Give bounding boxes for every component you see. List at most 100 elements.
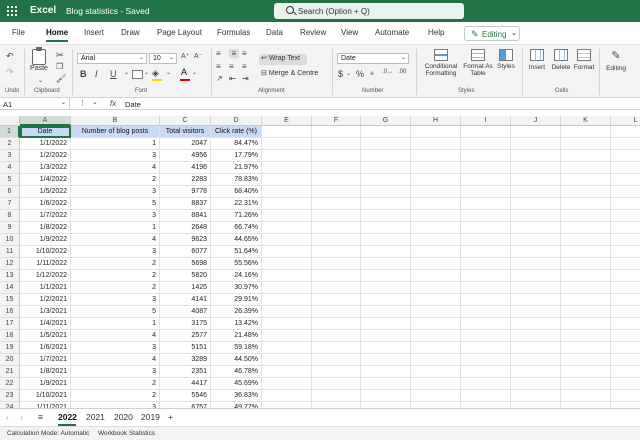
- row-header[interactable]: 4: [0, 162, 20, 174]
- header-cell[interactable]: [262, 126, 312, 138]
- data-cell[interactable]: [611, 354, 640, 366]
- format-cells-button[interactable]: Format: [572, 49, 596, 71]
- align-top-icon[interactable]: ≡: [216, 49, 221, 58]
- redo-icon[interactable]: ↷: [6, 67, 14, 78]
- header-cell[interactable]: [312, 126, 361, 138]
- data-cell[interactable]: [611, 318, 640, 330]
- data-cell[interactable]: [312, 150, 361, 162]
- column-header-k[interactable]: K: [561, 116, 611, 126]
- data-cell[interactable]: 68.40%: [211, 186, 262, 198]
- percent-icon[interactable]: %: [356, 69, 364, 79]
- fill-color-icon[interactable]: ◈: [152, 68, 159, 79]
- data-cell[interactable]: [262, 282, 312, 294]
- sheet-tab-2022[interactable]: 2022: [58, 412, 77, 422]
- data-cell[interactable]: [361, 342, 411, 354]
- data-cell[interactable]: 5: [71, 198, 160, 210]
- menu-draw[interactable]: Draw: [121, 28, 140, 37]
- data-cell[interactable]: [361, 366, 411, 378]
- data-cell[interactable]: [361, 150, 411, 162]
- data-cell[interactable]: 4141: [160, 294, 211, 306]
- column-header-j[interactable]: J: [511, 116, 561, 126]
- add-sheet-button[interactable]: +: [168, 412, 173, 422]
- column-header-h[interactable]: H: [411, 116, 461, 126]
- data-cell[interactable]: [561, 306, 611, 318]
- data-cell[interactable]: [411, 354, 461, 366]
- row-header[interactable]: 6: [0, 186, 20, 198]
- data-cell[interactable]: 17.79%: [211, 150, 262, 162]
- data-cell[interactable]: [312, 330, 361, 342]
- data-cell[interactable]: [561, 294, 611, 306]
- data-cell[interactable]: [312, 138, 361, 150]
- data-cell[interactable]: 1/9/2021: [20, 378, 71, 390]
- borders-dropdown-icon[interactable]: ⌄: [144, 69, 149, 76]
- data-cell[interactable]: [511, 378, 561, 390]
- data-cell[interactable]: [461, 306, 511, 318]
- data-cell[interactable]: [461, 342, 511, 354]
- data-cell[interactable]: 22.31%: [211, 198, 262, 210]
- data-cell[interactable]: [511, 234, 561, 246]
- calculation-mode[interactable]: Calculation Mode: Automatic: [7, 430, 89, 437]
- data-cell[interactable]: [411, 330, 461, 342]
- data-cell[interactable]: [411, 342, 461, 354]
- data-cell[interactable]: [411, 162, 461, 174]
- row-header[interactable]: 1: [0, 126, 20, 138]
- align-center-icon[interactable]: ≡: [229, 62, 234, 71]
- data-cell[interactable]: [511, 210, 561, 222]
- data-cell[interactable]: [361, 186, 411, 198]
- data-cell[interactable]: 1: [71, 222, 160, 234]
- data-cell[interactable]: 1/1/2021: [20, 282, 71, 294]
- conditional-formatting-button[interactable]: Conditional Formatting: [420, 49, 462, 77]
- data-cell[interactable]: 1: [71, 138, 160, 150]
- data-cell[interactable]: [361, 294, 411, 306]
- data-cell[interactable]: 2: [71, 390, 160, 402]
- data-cell[interactable]: [611, 150, 640, 162]
- fx-icon[interactable]: fx: [110, 99, 116, 108]
- data-cell[interactable]: [561, 258, 611, 270]
- data-cell[interactable]: [312, 234, 361, 246]
- search-box[interactable]: Search (Option + Q): [274, 3, 464, 19]
- data-cell[interactable]: 3: [71, 366, 160, 378]
- data-cell[interactable]: [461, 246, 511, 258]
- data-cell[interactable]: [361, 354, 411, 366]
- data-cell[interactable]: 55.56%: [211, 258, 262, 270]
- data-cell[interactable]: 1/8/2022: [20, 222, 71, 234]
- data-cell[interactable]: [511, 198, 561, 210]
- row-header[interactable]: 22: [0, 378, 20, 390]
- data-cell[interactable]: [511, 306, 561, 318]
- row-header[interactable]: 2: [0, 138, 20, 150]
- data-cell[interactable]: [411, 186, 461, 198]
- format-painter-icon[interactable]: 🖌: [56, 74, 66, 83]
- data-cell[interactable]: [361, 390, 411, 402]
- data-cell[interactable]: 1: [71, 318, 160, 330]
- data-cell[interactable]: [611, 378, 640, 390]
- currency-icon[interactable]: $: [338, 69, 343, 79]
- data-cell[interactable]: [461, 174, 511, 186]
- app-launcher-icon[interactable]: [7, 6, 17, 16]
- data-cell[interactable]: [361, 198, 411, 210]
- data-cell[interactable]: [361, 282, 411, 294]
- data-cell[interactable]: 44.50%: [211, 354, 262, 366]
- data-cell[interactable]: [511, 342, 561, 354]
- delete-cells-button[interactable]: Delete: [549, 49, 573, 71]
- header-cell[interactable]: [611, 126, 640, 138]
- data-cell[interactable]: 1425: [160, 282, 211, 294]
- data-cell[interactable]: [511, 246, 561, 258]
- row-header[interactable]: 3: [0, 150, 20, 162]
- insert-cells-button[interactable]: Insert: [525, 49, 549, 71]
- menu-review[interactable]: Review: [300, 28, 326, 37]
- data-cell[interactable]: [561, 186, 611, 198]
- data-cell[interactable]: [411, 366, 461, 378]
- data-cell[interactable]: 2: [71, 174, 160, 186]
- data-cell[interactable]: [511, 174, 561, 186]
- formula-input[interactable]: Date: [125, 100, 141, 109]
- data-cell[interactable]: 1/4/2022: [20, 174, 71, 186]
- data-cell[interactable]: [611, 198, 640, 210]
- row-header[interactable]: 18: [0, 330, 20, 342]
- header-cell[interactable]: Total visitors: [160, 126, 211, 138]
- column-header-f[interactable]: F: [312, 116, 361, 126]
- data-cell[interactable]: [312, 258, 361, 270]
- row-header[interactable]: 14: [0, 282, 20, 294]
- data-cell[interactable]: 21.97%: [211, 162, 262, 174]
- italic-button[interactable]: I: [95, 69, 98, 79]
- data-cell[interactable]: 4196: [160, 162, 211, 174]
